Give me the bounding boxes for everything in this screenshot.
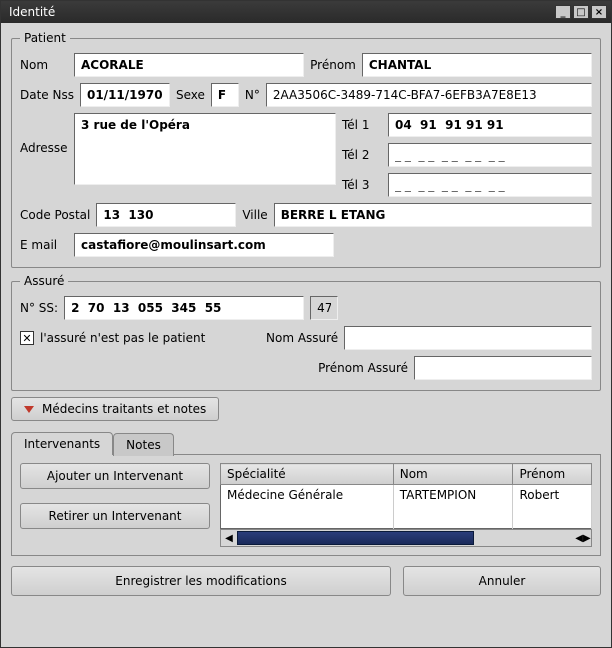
cancel-button[interactable]: Annuler: [403, 566, 601, 596]
label-date-nss: Date Nss: [20, 88, 74, 102]
not-patient-checkbox[interactable]: ✕: [20, 331, 34, 345]
tabpanel-intervenants: Ajouter un Intervenant Retirer un Interv…: [11, 454, 601, 556]
prenom-assure-input[interactable]: [414, 356, 592, 380]
email-input[interactable]: [74, 233, 334, 257]
sexe-input[interactable]: [211, 83, 239, 107]
nss-key: [310, 296, 338, 320]
window-title: Identité: [9, 5, 55, 19]
identity-window: Identité _ □ × Patient Nom Prénom Date N…: [0, 0, 612, 648]
col-prenom[interactable]: Prénom: [513, 464, 592, 485]
medecins-notes-toggle[interactable]: Médecins traitants et notes: [11, 397, 219, 421]
num-display: [266, 83, 592, 107]
table-row[interactable]: Médecine Générale TARTEMPION Robert: [221, 485, 592, 529]
remove-intervenant-button[interactable]: Retirer un Intervenant: [20, 503, 210, 529]
code-postal-input[interactable]: [96, 203, 236, 227]
nom-input[interactable]: [74, 53, 304, 77]
label-nss: N° SS:: [20, 301, 58, 315]
cell-specialite: Médecine Générale: [221, 485, 394, 529]
scroll-thumb[interactable]: [237, 531, 474, 545]
ville-input[interactable]: [274, 203, 592, 227]
patient-group: Patient Nom Prénom Date Nss Sexe N° Adre…: [11, 31, 601, 268]
date-nss-input[interactable]: [80, 83, 170, 107]
save-button[interactable]: Enregistrer les modifications: [11, 566, 391, 596]
label-adresse: Adresse: [20, 113, 68, 155]
label-email: E mail: [20, 238, 68, 252]
tel2-input[interactable]: [388, 143, 592, 167]
minimize-button[interactable]: _: [555, 5, 571, 19]
scroll-right-icon[interactable]: ◀▶: [575, 533, 591, 544]
label-tel3: Tél 3: [342, 178, 382, 192]
label-nom-assure: Nom Assuré: [266, 331, 338, 345]
medecins-notes-label: Médecins traitants et notes: [42, 402, 206, 416]
nom-assure-input[interactable]: [344, 326, 592, 350]
maximize-button[interactable]: □: [573, 5, 589, 19]
label-num: N°: [245, 88, 260, 102]
titlebar[interactable]: Identité _ □ ×: [1, 1, 611, 23]
label-code-postal: Code Postal: [20, 208, 90, 222]
label-sexe: Sexe: [176, 88, 205, 102]
scroll-left-icon[interactable]: ◀: [221, 533, 237, 544]
tabs: Intervenants Notes: [11, 431, 601, 454]
label-not-patient: l'assuré n'est pas le patient: [40, 331, 260, 345]
label-tel1: Tél 1: [342, 118, 382, 132]
tab-intervenants[interactable]: Intervenants: [11, 432, 113, 455]
cell-prenom: Robert: [513, 485, 592, 529]
col-nom[interactable]: Nom: [393, 464, 513, 485]
table-hscrollbar[interactable]: ◀ ◀▶: [220, 529, 592, 547]
cell-nom: TARTEMPION: [393, 485, 513, 529]
patient-legend: Patient: [20, 31, 70, 45]
label-nom: Nom: [20, 58, 68, 72]
assure-legend: Assuré: [20, 274, 68, 288]
col-specialite[interactable]: Spécialité: [221, 464, 394, 485]
prenom-input[interactable]: [362, 53, 592, 77]
tel1-input[interactable]: [388, 113, 592, 137]
tel3-input[interactable]: [388, 173, 592, 197]
intervenants-table[interactable]: Spécialité Nom Prénom Médecine Générale …: [220, 463, 592, 529]
assure-group: Assuré N° SS: ✕ l'assuré n'est pas le pa…: [11, 274, 601, 391]
chevron-down-icon: [24, 406, 34, 413]
close-button[interactable]: ×: [591, 5, 607, 19]
adresse-input[interactable]: [74, 113, 336, 185]
label-ville: Ville: [242, 208, 267, 222]
tab-notes[interactable]: Notes: [113, 433, 174, 456]
label-prenom-assure: Prénom Assuré: [318, 361, 408, 375]
add-intervenant-button[interactable]: Ajouter un Intervenant: [20, 463, 210, 489]
nss-input[interactable]: [64, 296, 304, 320]
label-tel2: Tél 2: [342, 148, 382, 162]
label-prenom: Prénom: [310, 58, 356, 72]
